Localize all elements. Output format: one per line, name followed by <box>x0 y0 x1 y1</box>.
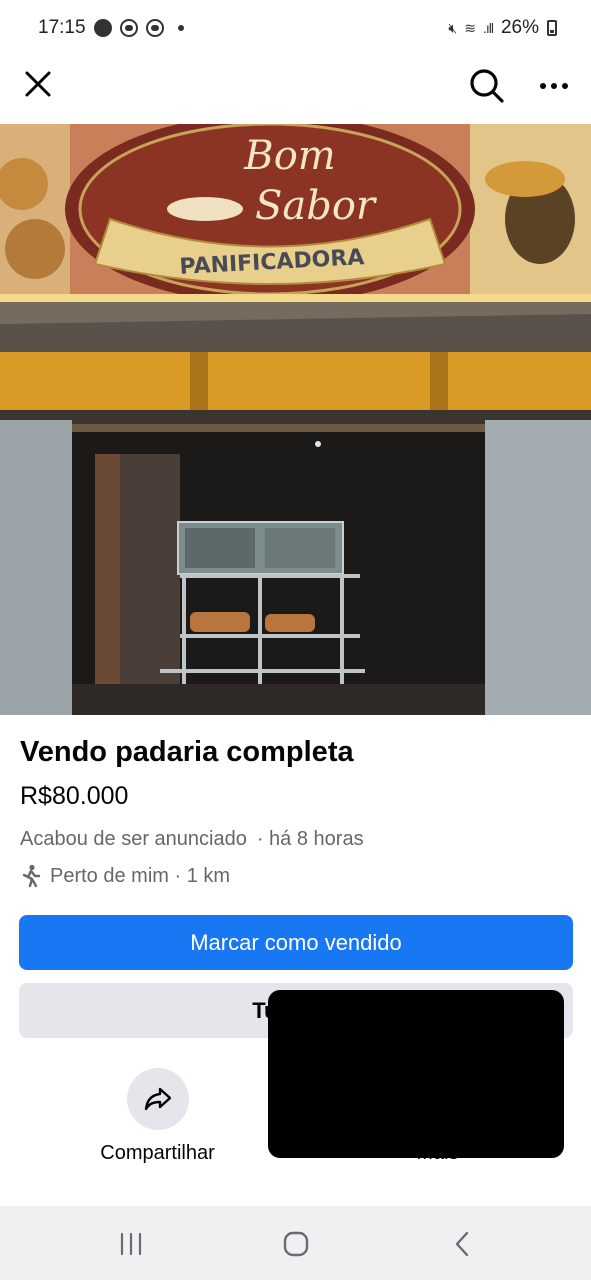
mute-icon: 🔇︎ <box>448 19 457 36</box>
sign-lights <box>0 294 591 302</box>
messenger-icon-2 <box>145 19 164 37</box>
ceiling-light <box>315 441 321 447</box>
listed-status: Acabou de ser anunciado <box>20 828 247 850</box>
bread-loaves <box>265 614 315 632</box>
battery-percent: 26% <box>500 17 539 38</box>
rack-shelf <box>160 669 365 673</box>
walking-person-icon <box>22 864 41 888</box>
interior-shelf <box>120 454 180 694</box>
listing-photo[interactable]: Bom Sabor PANIFICADORA <box>0 124 591 715</box>
sign-text-bom: Bom <box>243 133 335 179</box>
bread-loaves <box>190 612 250 632</box>
listing-title: Vendo padaria completa <box>20 736 354 768</box>
rack-shelf <box>180 574 360 578</box>
wifi-icon: ≋ <box>464 19 476 36</box>
yellow-beam <box>0 352 591 410</box>
mark-as-sold-button[interactable]: Marcar como vendido <box>19 915 573 970</box>
listing-meta: Acabou de ser anunciado · há 8 horas <box>20 828 364 851</box>
bakery-storefront-image: Bom Sabor PANIFICADORA <box>0 124 591 715</box>
display-glass <box>185 528 255 568</box>
status-right: 🔇︎ ≋ .ıll 26% <box>448 17 557 39</box>
share-label: Compartilhar <box>100 1142 215 1164</box>
beam-support <box>190 352 208 410</box>
listed-time: · há 8 horas <box>256 828 364 850</box>
interior-wall <box>95 454 123 704</box>
croissant <box>485 161 565 197</box>
listing-location: Perto de mim · 1 km <box>20 864 230 888</box>
back-icon <box>455 1231 469 1257</box>
top-app-bar <box>0 56 591 124</box>
share-circle[interactable] <box>126 1068 189 1130</box>
close-button[interactable] <box>16 62 60 106</box>
home-button[interactable] <box>266 1224 326 1264</box>
status-time: 17:15 <box>38 17 86 38</box>
close-icon <box>25 71 51 97</box>
status-left: 17:15 <box>38 17 184 39</box>
display-glass <box>265 528 335 568</box>
redaction-overlay <box>268 990 564 1158</box>
rack-post <box>340 574 344 684</box>
location-text: Perto de mim · 1 km <box>50 864 231 887</box>
recent-apps-icon <box>120 1232 142 1256</box>
signal-icon: .ıll <box>482 20 494 36</box>
rack-post <box>182 574 186 684</box>
back-button[interactable] <box>432 1224 492 1264</box>
more-horizontal-icon <box>540 83 568 89</box>
metal-wall-right <box>485 420 591 715</box>
search-icon <box>470 69 504 103</box>
bread-roll <box>5 219 65 279</box>
metal-wall-left <box>0 420 72 715</box>
share-arrow-icon <box>144 1087 171 1111</box>
recent-apps-button[interactable] <box>101 1224 161 1264</box>
status-bar: 17:15 🔇︎ ≋ .ıll 26% <box>0 0 591 56</box>
rack-shelf <box>180 634 360 638</box>
sign-text-sabor: Sabor <box>255 183 378 229</box>
share-action[interactable]: Compartilhar <box>70 1068 245 1165</box>
system-nav-bar <box>0 1206 591 1280</box>
notification-icon <box>93 19 112 37</box>
more-options-button[interactable] <box>530 62 578 110</box>
door-frame <box>72 424 485 432</box>
bread-logo <box>167 197 243 221</box>
home-icon <box>283 1231 309 1257</box>
battery-icon <box>547 20 557 36</box>
listing-price: R$80.000 <box>20 782 129 810</box>
beam-support <box>430 352 448 410</box>
messenger-icon <box>119 19 138 37</box>
floor <box>72 684 485 715</box>
search-button[interactable] <box>463 62 511 110</box>
more-notifications-icon <box>177 25 184 31</box>
rack-post <box>258 574 262 684</box>
